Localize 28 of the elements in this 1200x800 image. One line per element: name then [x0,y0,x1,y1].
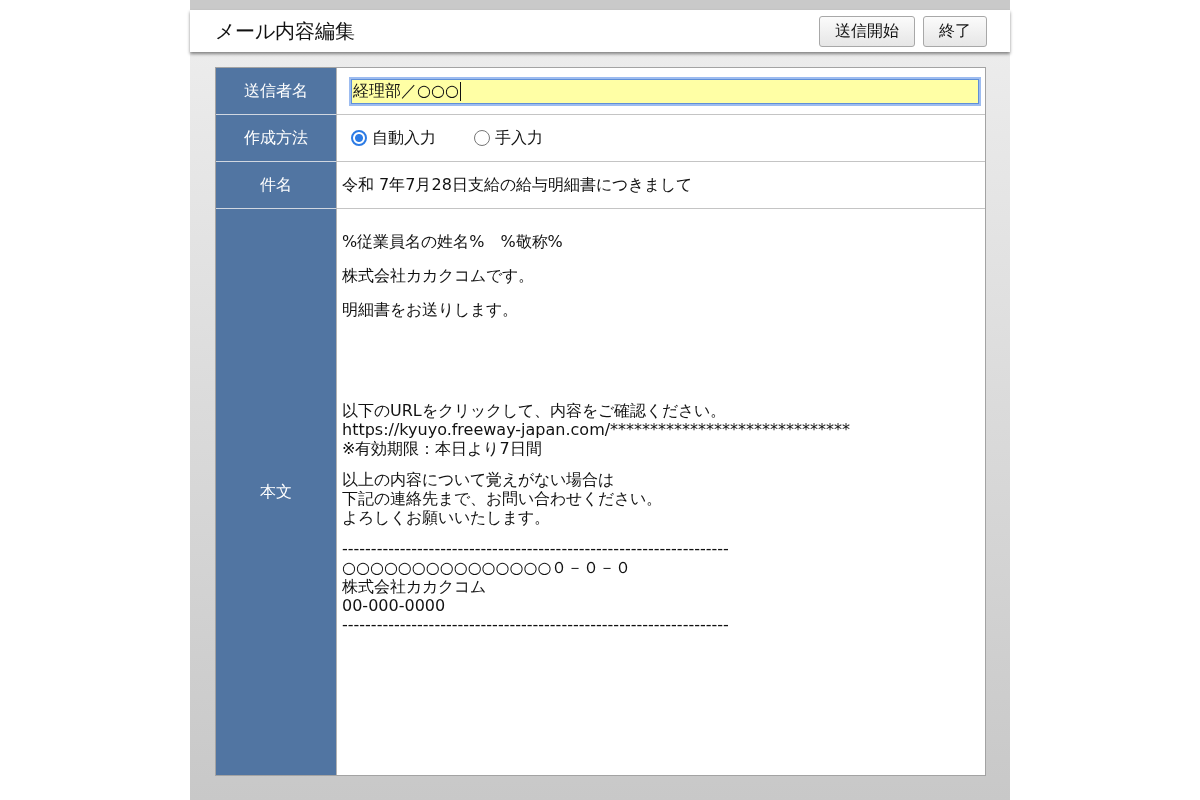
row-header: 送信者名 [216,68,336,115]
body-text-line: ※有効期限：本日より7日間 [342,439,542,458]
body-text-line: 以上の内容について覚えがない場合は [342,470,614,489]
row-header: 本文 [216,209,336,775]
radio-label[interactable]: 自動入力 [372,127,436,149]
start-sending-button[interactable]: 送信開始 [819,15,915,47]
text-cursor-icon [459,81,461,101]
body-paragraph: 株式会社カカクコムです。 [342,266,534,285]
radio-button[interactable] [474,130,490,146]
radio-button[interactable] [351,130,367,146]
body-text-line: よろしくお願いいたします。 [342,508,550,527]
body-text-line: ------------------------------------------------------------------- [342,539,729,558]
body-paragraph: 明細書をお送りします。 [342,300,518,319]
page-title: メール内容編集 [215,17,355,45]
body-text-line: 下記の連絡先まで、お問い合わせください。 [342,489,662,508]
sender-name-field[interactable]: 経理部／○○○ [349,76,981,106]
body-text-line: 株式会社カカクコム [342,577,486,596]
subject-text: 令和 7年7月28日支給の給与明細書につきまして [342,174,692,196]
row-header: 件名 [216,162,336,209]
body-text-line: https://kyuyo.freeway-japan.com/****************************** [342,420,851,439]
exit-button[interactable]: 終了 [923,15,987,47]
body-paragraph: %従業員名の姓名% %敬称% [342,232,563,251]
radio-label[interactable]: 手入力 [495,127,543,149]
row-header: 作成方法 [216,115,336,162]
body-text-line: 以下のURLをクリックして、内容をご確認ください。 [342,401,726,420]
body-text-line: 00-000-0000 [342,596,446,615]
body-text-line: ○○○○○○○○○○○○○○○０－０－０ [342,558,632,577]
body-text-line: ------------------------------------------------------------------- [342,615,729,634]
